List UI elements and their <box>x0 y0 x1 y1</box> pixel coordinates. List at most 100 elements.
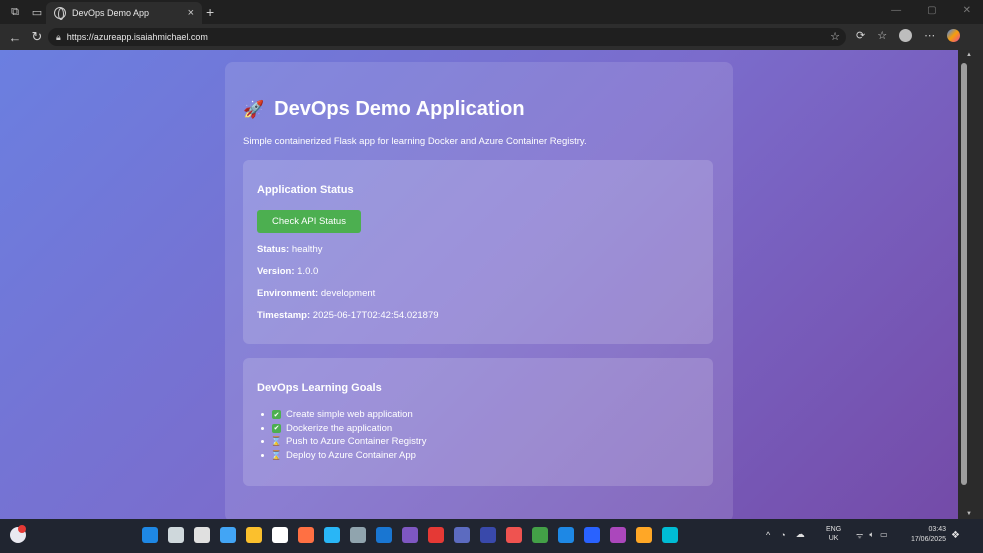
version-label: Version: <box>257 266 295 277</box>
taskbar-apps <box>142 527 678 543</box>
goal-text: Push to Azure Container Registry <box>286 436 427 448</box>
taskbar-app-icon[interactable] <box>610 527 626 543</box>
list-item: ✔ Create simple web application <box>257 408 426 422</box>
application-status-card: Application Status Check API Status Stat… <box>243 160 713 344</box>
taskbar-app-icon[interactable] <box>272 527 288 543</box>
taskbar-app-icon[interactable] <box>428 527 444 543</box>
rocket-icon: 🚀 <box>243 99 265 119</box>
timestamp-label: Timestamp: <box>257 310 311 321</box>
tab-devops-demo[interactable]: DevOps Demo App × <box>46 2 202 24</box>
close-tab-icon[interactable]: × <box>188 7 194 19</box>
more-options-icon[interactable]: ⋯ <box>924 29 935 42</box>
page-title: 🚀 DevOps Demo Application <box>243 98 525 121</box>
quick-settings[interactable]: ᯤ 🔈︎ ▭ <box>856 530 888 541</box>
environment-value: development <box>320 288 376 299</box>
color-app-icon[interactable]: ◔ <box>780 530 785 540</box>
page-viewport: 🚀 DevOps Demo Application Simple contain… <box>0 50 958 519</box>
taskbar-app-icon[interactable] <box>298 527 314 543</box>
checkmark-icon: ✔ <box>272 410 281 420</box>
environment-label: Environment: <box>257 288 319 299</box>
refresh-icon[interactable]: ↻ <box>30 29 44 45</box>
taskbar-app-icon[interactable] <box>324 527 340 543</box>
goals-list: ✔ Create simple web application ✔ Dockeriz… <box>257 408 426 462</box>
tab-actions-icon[interactable]: ▭ <box>30 5 44 19</box>
back-icon[interactable]: ← <box>8 30 22 45</box>
clock[interactable]: 03:43 17/06/2025 <box>904 525 946 545</box>
goal-text: Create simple web application <box>286 409 413 421</box>
taskbar-app-icon[interactable] <box>480 527 496 543</box>
lock-icon: 🔒︎ <box>56 31 61 42</box>
taskbar-app-icon[interactable] <box>454 527 470 543</box>
browser-address-bar: ← ↻ 🔒︎ https://azureapp.isaiahmichael.co… <box>0 24 983 50</box>
scroll-down-icon[interactable]: ▼ <box>966 511 972 517</box>
taskbar-app-icon[interactable] <box>350 527 366 543</box>
maximize-icon[interactable]: ▢ <box>927 5 936 16</box>
goal-text: Dockerize the application <box>286 422 393 434</box>
url-text: https://azureapp.isaiahmichael.com <box>66 32 208 42</box>
system-tray: ^ ◔ ☁ <box>766 529 805 540</box>
goal-text: Deploy to Azure Container App <box>286 449 416 461</box>
taskbar-app-icon[interactable] <box>376 527 392 543</box>
bullet-icon <box>261 440 264 444</box>
goals-card-heading: DevOps Learning Goals <box>257 382 382 394</box>
taskbar-app-icon[interactable] <box>402 527 418 543</box>
checkmark-icon: ✔ <box>272 423 281 433</box>
minimize-icon[interactable]: — <box>891 5 901 16</box>
globe-icon <box>54 7 66 20</box>
tab-title: DevOps Demo App <box>72 8 150 18</box>
list-item: ⌛ Push to Azure Container Registry <box>257 435 426 449</box>
bullet-icon <box>261 453 264 457</box>
taskbar-app-icon[interactable] <box>558 527 574 543</box>
favorites-icon[interactable]: ☆ <box>877 29 887 42</box>
page-subtitle: Simple containerized Flask app for learn… <box>243 136 587 147</box>
language-indicator[interactable]: ENG UK <box>826 525 841 543</box>
clock-date: 17/06/2025 <box>910 536 946 543</box>
taskbar-app-icon[interactable] <box>142 527 158 543</box>
list-item: ⌛ Deploy to Azure Container App <box>257 449 426 463</box>
taskbar-app-icon[interactable] <box>194 527 210 543</box>
battery-icon: ▭ <box>880 530 888 539</box>
status-card-heading: Application Status <box>257 184 354 196</box>
taskbar-app-icon[interactable] <box>662 527 678 543</box>
status-value: healthy <box>291 244 323 255</box>
profile-avatar-icon[interactable] <box>899 29 913 42</box>
close-window-icon[interactable]: ✕ <box>963 5 971 16</box>
taskbar-app-icon[interactable] <box>584 527 600 543</box>
browser-tab-bar: ⧉ ▭ DevOps Demo App × + — ▢ ✕ <box>0 0 983 24</box>
language-code: ENG <box>826 526 842 533</box>
version-value: 1.0.0 <box>297 266 319 277</box>
workspaces-icon[interactable]: ⧉ <box>8 5 22 19</box>
check-api-status-button[interactable]: Check API Status <box>257 210 361 233</box>
onedrive-icon[interactable]: ☁ <box>796 529 805 540</box>
taskbar-app-icon[interactable] <box>636 527 652 543</box>
language-region: UK <box>828 535 839 542</box>
notification-badge-icon <box>18 525 26 533</box>
notification-center-icon[interactable]: ❖ <box>951 530 960 541</box>
hourglass-icon: ⌛ <box>270 449 283 460</box>
taskbar-app-icon[interactable] <box>246 527 262 543</box>
list-item: ✔ Dockerize the application <box>257 422 426 436</box>
browser-toolbar: ⟳ ☆ ⋯ <box>856 29 961 42</box>
status-label: Status: <box>257 244 290 255</box>
main-container: 🚀 DevOps Demo Application Simple contain… <box>225 62 733 519</box>
page-title-text: DevOps Demo Application <box>274 98 525 120</box>
taskbar-app-icon[interactable] <box>220 527 236 543</box>
copilot-icon[interactable] <box>947 29 961 42</box>
bullet-icon <box>261 426 264 430</box>
environment-field: Environment: development <box>257 288 375 299</box>
timestamp-value: 2025-06-17T02:42:54.021879 <box>312 310 439 321</box>
show-hidden-icons-icon[interactable]: ^ <box>766 530 770 540</box>
scrollbar-thumb[interactable] <box>961 63 967 485</box>
url-field[interactable]: 🔒︎ https://azureapp.isaiahmichael.com ☆ <box>48 28 846 46</box>
window-controls: — ▢ ✕ <box>891 5 971 16</box>
clock-time: 03:43 <box>928 526 946 533</box>
version-field: Version: 1.0.0 <box>257 266 318 277</box>
taskbar-app-icon[interactable] <box>532 527 548 543</box>
extensions-icon[interactable]: ⟳ <box>856 29 865 42</box>
timestamp-field: Timestamp: 2025-06-17T02:42:54.021879 <box>257 310 439 321</box>
taskbar-app-icon[interactable] <box>168 527 184 543</box>
taskbar-app-icon[interactable] <box>506 527 522 543</box>
scroll-up-icon[interactable]: ▲ <box>966 52 972 58</box>
new-tab-icon[interactable]: + <box>206 4 214 20</box>
favorite-star-icon[interactable]: ☆ <box>830 30 840 43</box>
